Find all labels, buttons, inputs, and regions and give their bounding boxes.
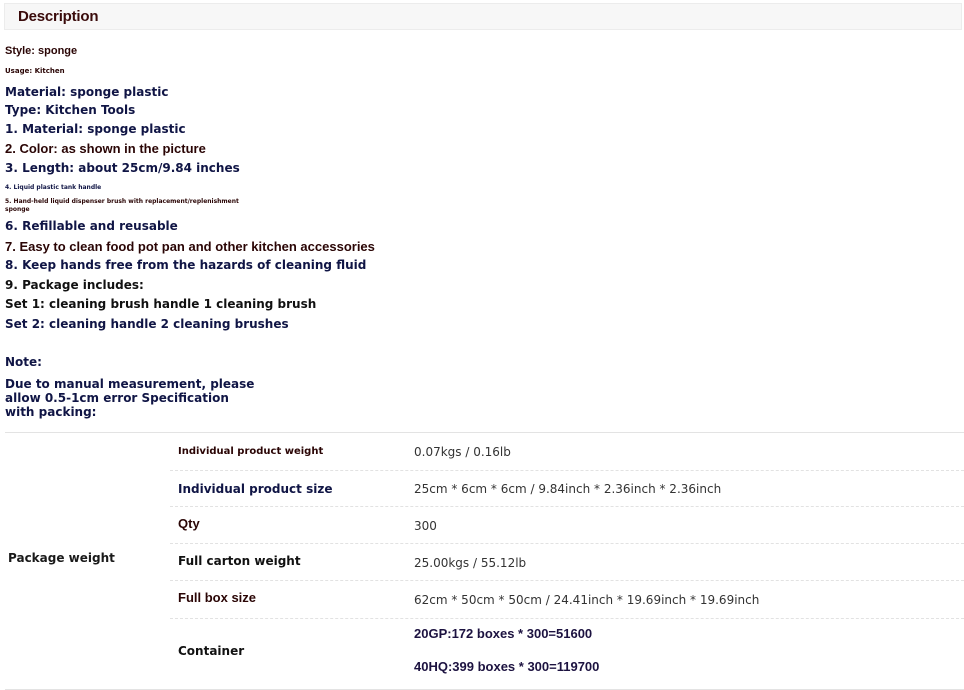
spec-value: 300 [414, 519, 437, 533]
container-20gp: 20GP:172 boxes * 300=51600 [414, 626, 593, 641]
style-line: Style: sponge [5, 45, 78, 57]
package-spec-table: Package weight Individual product weight… [5, 432, 964, 690]
spec-key: Individual product size [178, 482, 333, 496]
spec-key: Full carton weight [178, 554, 301, 568]
spec-value: 0.07kgs / 0.16lb [414, 445, 511, 459]
spec-key: Full box size [178, 590, 257, 605]
package-weight-label: Package weight [8, 551, 115, 565]
feature-6: 6. Refillable and reusable [5, 219, 178, 233]
spec-key: Individual product weight [178, 446, 324, 457]
note-label: Note: [5, 355, 42, 369]
feature-1: 1. Material: sponge plastic [5, 122, 186, 136]
spec-value: 25.00kgs / 55.12lb [414, 556, 527, 570]
spec-value: 25cm * 6cm * 6cm / 9.84inch * 2.36inch *… [414, 482, 722, 496]
material-line: Material: sponge plastic [5, 85, 169, 99]
note-text: Due to manual measurement, please allow … [5, 377, 255, 419]
type-line: Type: Kitchen Tools [5, 103, 136, 117]
usage-line: Usage: Kitchen [5, 67, 65, 75]
description-header: Description [4, 3, 962, 30]
set-1-line: Set 1: cleaning brush handle 1 cleaning … [5, 297, 317, 311]
spec-row: Individual product size 25cm * 6cm * 6cm… [170, 470, 964, 507]
feature-2: 2. Color: as shown in the picture [5, 141, 206, 156]
spec-key: Qty [178, 516, 200, 531]
feature-8: 8. Keep hands free from the hazards of c… [5, 258, 367, 272]
set-2-line: Set 2: cleaning handle 2 cleaning brushe… [5, 317, 289, 331]
feature-7: 7. Easy to clean food pot pan and other … [5, 239, 375, 254]
spec-row: Container 20GP:172 boxes * 300=51600 40H… [170, 618, 964, 689]
feature-5: 5. Hand-held liquid dispenser brush with… [5, 198, 239, 205]
spec-value: 62cm * 50cm * 50cm / 24.41inch * 19.69in… [414, 593, 760, 607]
feature-5-cont: sponge [5, 206, 30, 213]
spec-key: Container [178, 644, 245, 658]
spec-row: Individual product weight 0.07kgs / 0.16… [170, 433, 964, 471]
description-title: Description [18, 8, 99, 25]
feature-3: 3. Length: about 25cm/9.84 inches [5, 161, 240, 175]
spec-row: Qty 300 [170, 506, 964, 544]
container-40hq: 40HQ:399 boxes * 300=119700 [414, 659, 600, 674]
spec-row: Full box size 62cm * 50cm * 50cm / 24.41… [170, 580, 964, 619]
feature-4: 4. Liquid plastic tank handle [5, 184, 102, 191]
feature-9: 9. Package includes: [5, 278, 144, 292]
spec-row: Full carton weight 25.00kgs / 55.12lb [170, 543, 964, 581]
